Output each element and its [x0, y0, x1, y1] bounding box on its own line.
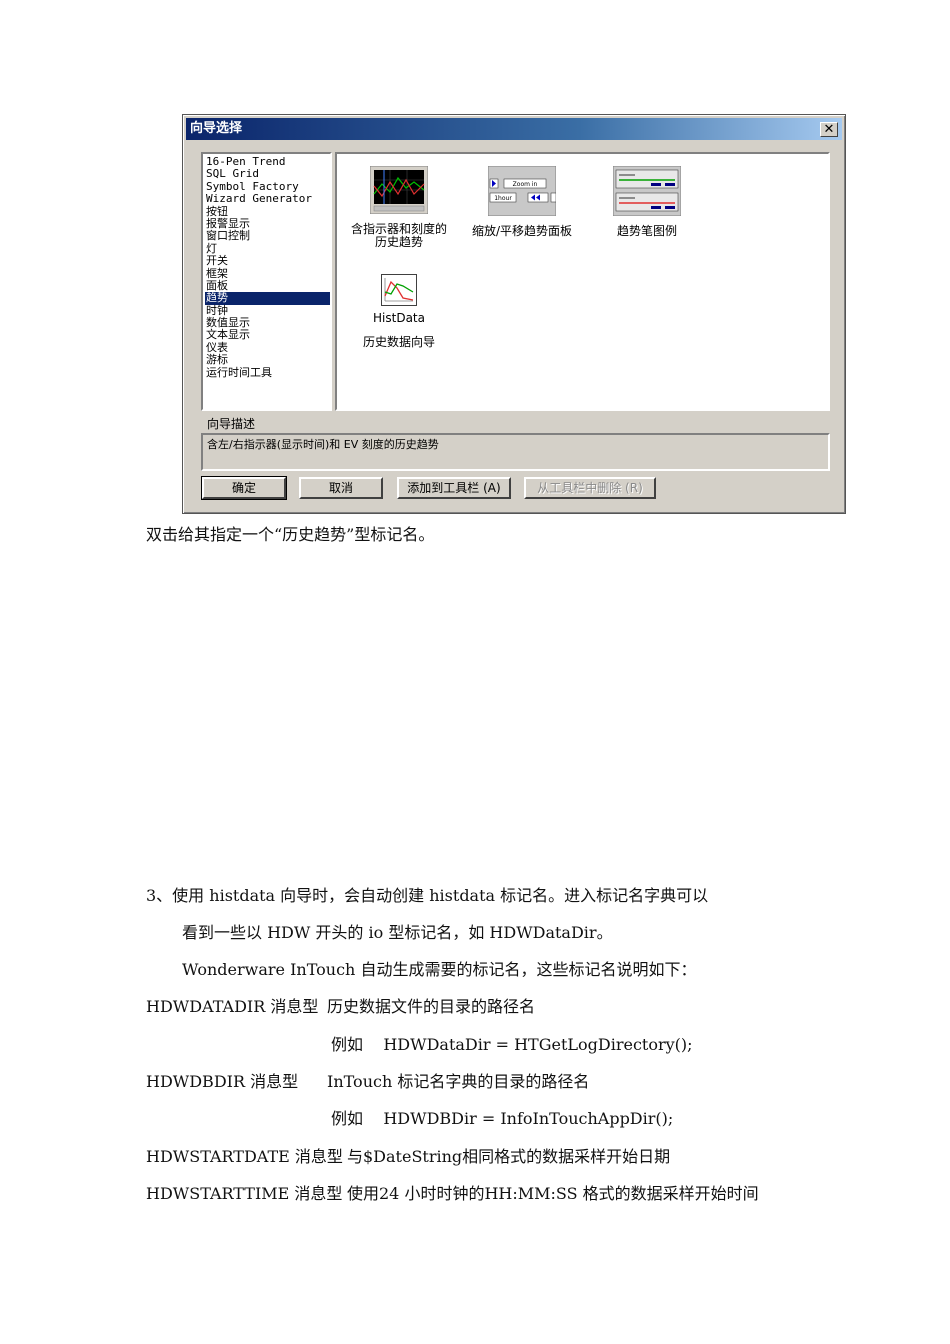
zoom-pan-panel-icon: Zoom in 1hour: [487, 165, 557, 217]
list-item[interactable]: Wizard Generator: [205, 192, 330, 205]
add-to-toolbar-button[interactable]: 添加到工具栏 (A): [397, 477, 511, 499]
description-label: 向导描述: [207, 417, 256, 431]
tag-description: InTouch 标记名字典的目录的路径名: [327, 1072, 590, 1091]
wizard-label: 历史趋势: [374, 235, 423, 249]
tag-name: HDWDBDIR 消息型: [146, 1072, 299, 1091]
list-item[interactable]: 窗口控制: [205, 229, 330, 242]
wizard-icon-panel: 含指示器和刻度的 历史趋势 Zoom in 1hour 缩放/平移趋势面板 趋势…: [335, 152, 830, 411]
tag-description: 与$DateString相同格式的数据采样开始日期: [347, 1147, 671, 1166]
wizard-category-list[interactable]: 16-Pen Trend SQL Grid Symbol Factory Wiz…: [201, 152, 332, 411]
paragraph-3-line-2: 看到一些以 HDW 开头的 io 型标记名，如 HDWDataDir。: [182, 923, 613, 942]
wizard-label: HistData: [373, 311, 425, 325]
intro-line: Wonderware InTouch 自动生成需要的标记名，这些标记名说明如下：: [182, 960, 697, 979]
list-item[interactable]: 运行时间工具: [205, 366, 330, 379]
tag-name: HDWSTARTDATE 消息型: [146, 1147, 343, 1166]
wizard-label: 缩放/平移趋势面板: [471, 224, 573, 238]
wizard-selection-dialog: 向导选择 ✕ 16-Pen Trend SQL Grid Symbol Fact…: [182, 114, 846, 514]
wizard-label: 历史数据向导: [362, 335, 435, 349]
zoom-in-text: Zoom in: [513, 181, 538, 188]
tag-description: 使用24 小时时钟的HH:MM:SS 格式的数据采样开始时间: [347, 1184, 759, 1203]
ok-button[interactable]: 确定: [201, 476, 287, 500]
list-item[interactable]: SQL Grid: [205, 167, 330, 180]
remove-from-toolbar-button: 从工具栏中删除 (R): [524, 477, 656, 499]
tag-example: 例如 HDWDBDir = InfoInTouchAppDir();: [331, 1109, 674, 1128]
close-icon[interactable]: ✕: [820, 122, 838, 137]
hour-text: 1hour: [494, 195, 512, 202]
cancel-button[interactable]: 取消: [299, 477, 383, 499]
tag-description: 历史数据文件的目录的路径名: [327, 997, 536, 1016]
wizard-label: 趋势笔图例: [616, 224, 677, 238]
wizard-histdata[interactable]: HistData 历史数据向导: [339, 274, 459, 349]
tag-name: HDWDATADIR 消息型: [146, 997, 319, 1016]
trend-chart-icon: [369, 165, 429, 215]
pen-legend-icon: [612, 165, 682, 217]
list-item[interactable]: 开关: [205, 254, 330, 267]
histdata-icon: [381, 274, 417, 306]
dialog-title: 向导选择: [190, 121, 243, 136]
list-item[interactable]: 文本显示: [205, 329, 330, 342]
tag-example: 例如 HDWDataDir = HTGetLogDirectory();: [331, 1035, 693, 1054]
list-item-selected[interactable]: 趋势: [205, 291, 330, 305]
wizard-trend-with-indicators[interactable]: 含指示器和刻度的 历史趋势: [339, 165, 459, 249]
caption: 双击给其指定一个“历史趋势”型标记名。: [146, 525, 435, 544]
tag-name: HDWSTARTTIME 消息型: [146, 1184, 343, 1203]
list-item[interactable]: 游标: [205, 353, 330, 366]
paragraph-3-line-1: 3、使用 histdata 向导时，会自动创建 histdata 标记名。进入标…: [146, 886, 709, 905]
description-box: 含左/右指示器(显示时间)和 EV 刻度的历史趋势: [201, 433, 830, 471]
dialog-title-bar: 向导选择 ✕: [186, 118, 842, 140]
wizard-zoom-pan-panel[interactable]: Zoom in 1hour 缩放/平移趋势面板: [459, 165, 585, 238]
wizard-trend-pen-legend[interactable]: 趋势笔图例: [595, 165, 699, 238]
